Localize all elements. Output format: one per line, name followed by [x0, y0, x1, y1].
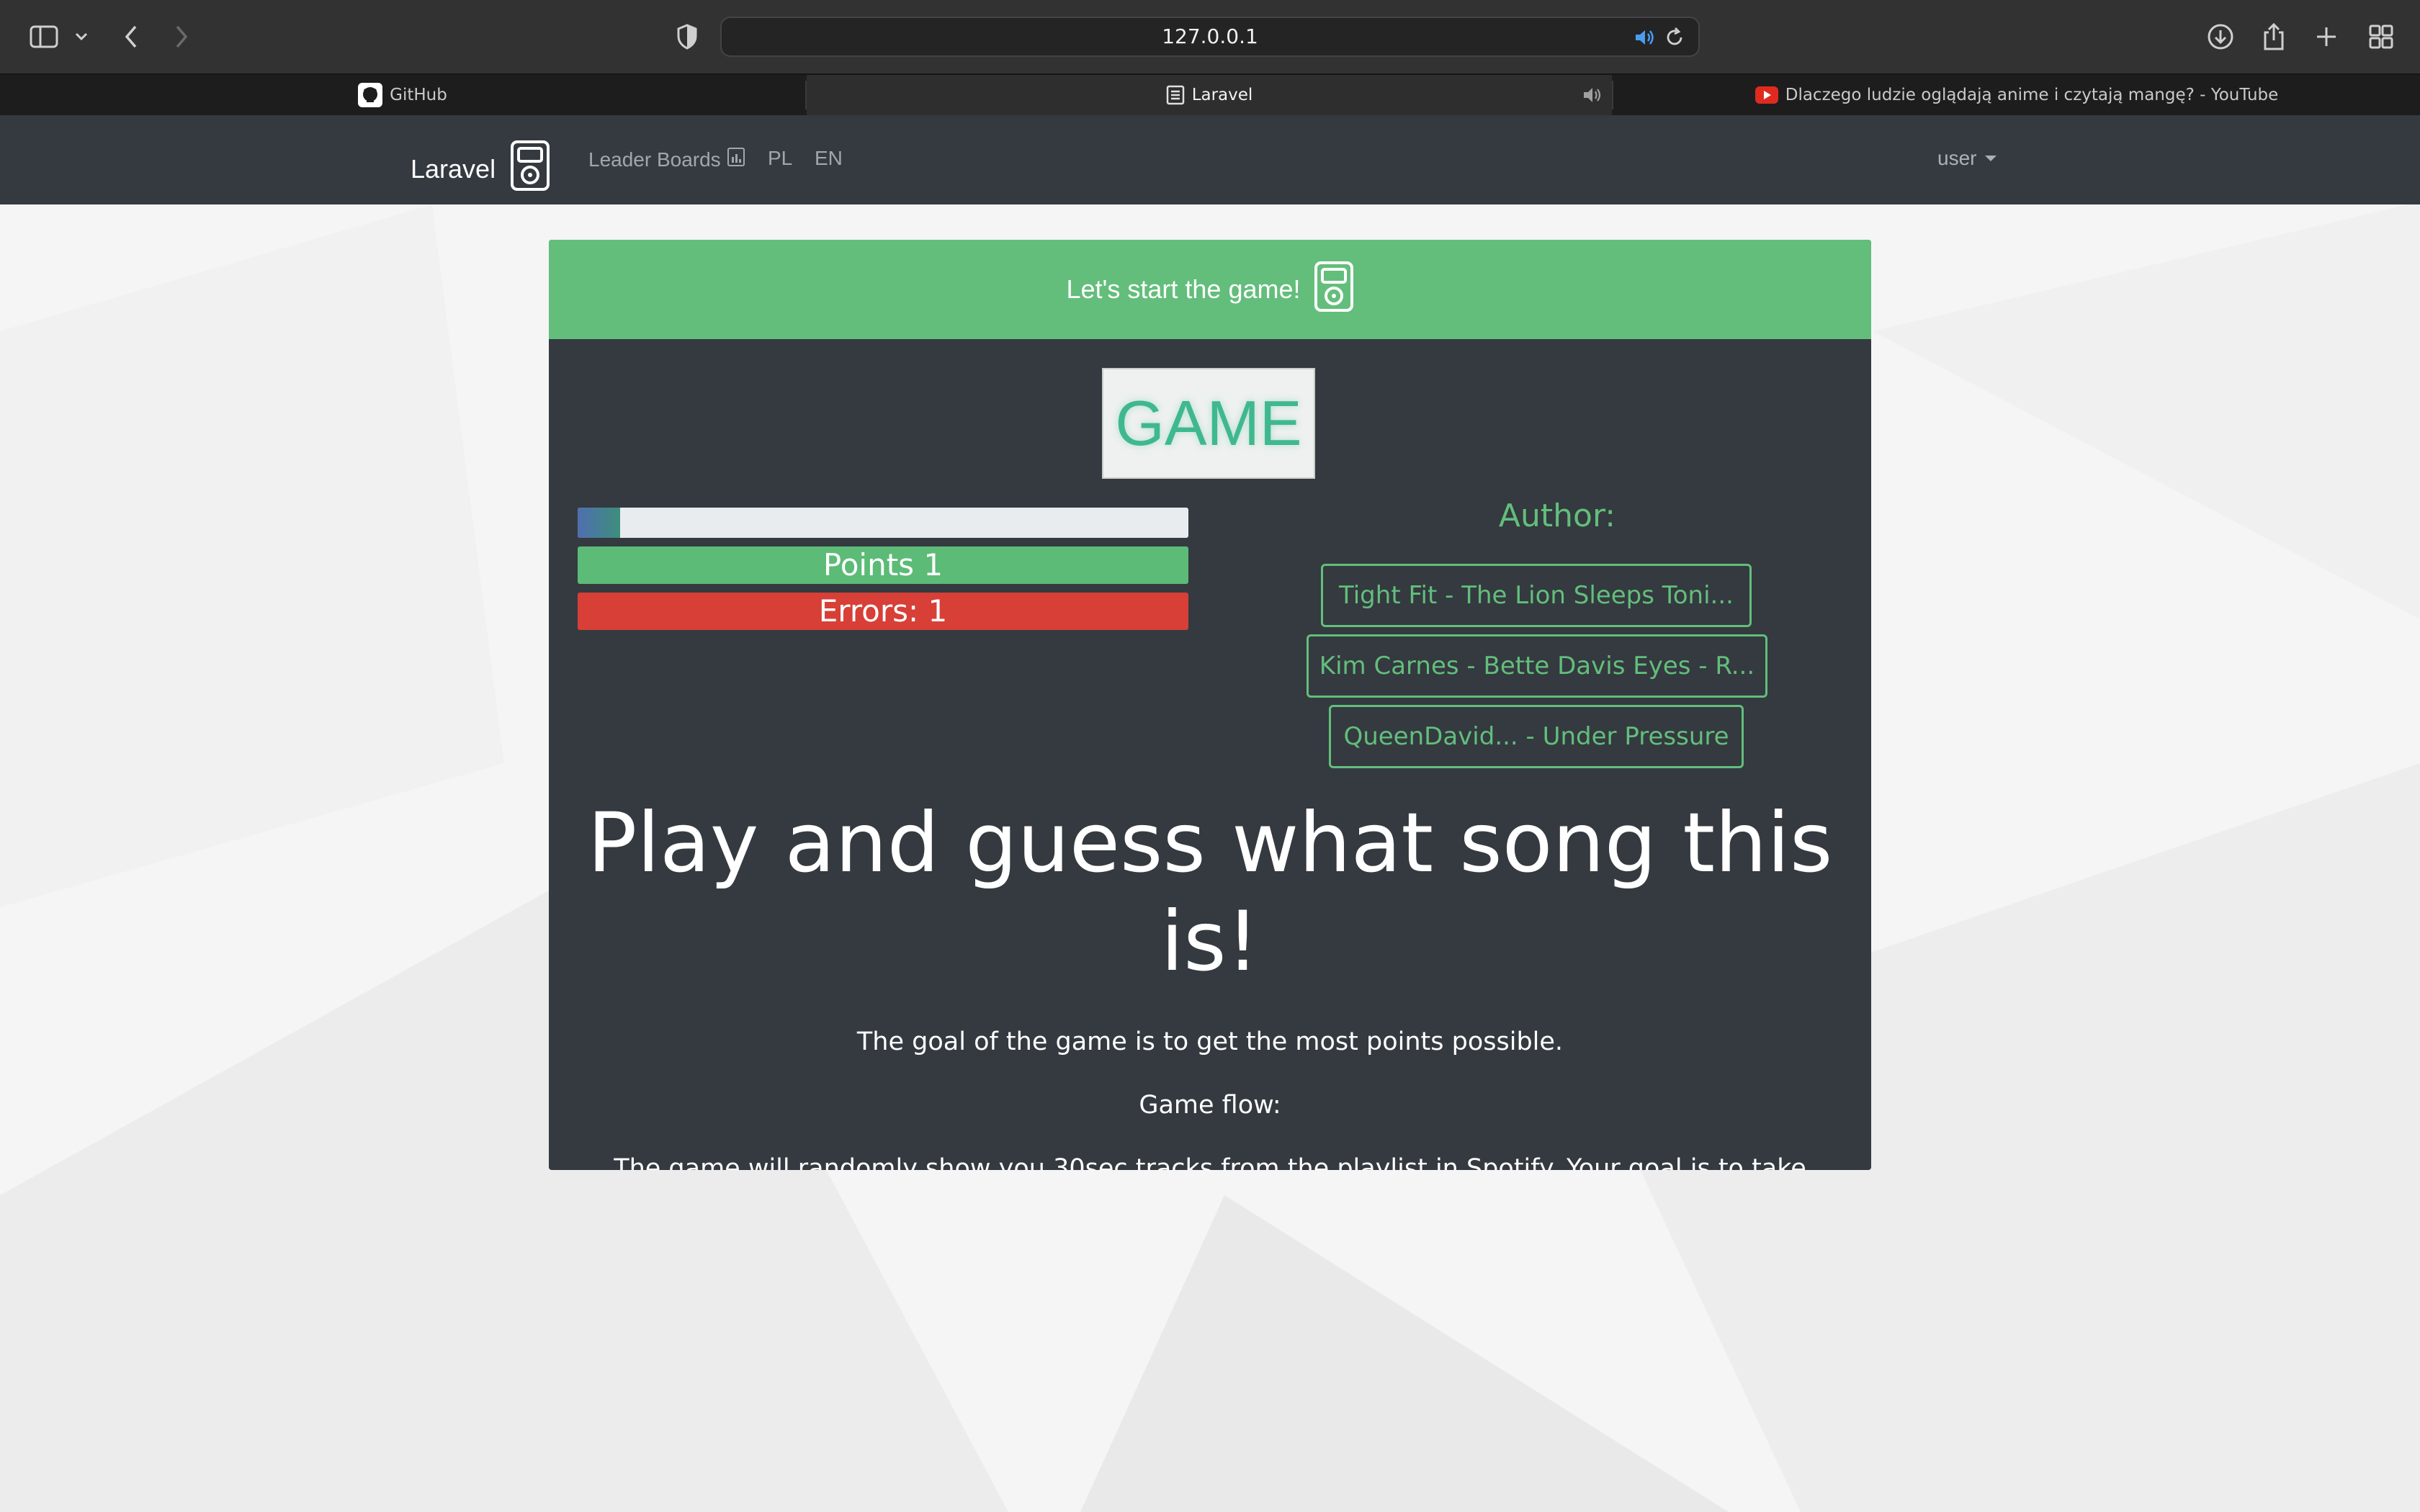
game-logo: GAME: [1102, 368, 1315, 479]
share-icon[interactable]: [2259, 20, 2289, 53]
tab-bar: GitHub Laravel Dlaczego ludzie oglądają …: [0, 73, 2420, 115]
music-player-icon: [1314, 261, 1354, 319]
speaker-icon[interactable]: [1634, 27, 1655, 51]
user-dropdown[interactable]: user: [1937, 147, 1997, 170]
site-navbar: Laravel Leader Boards PL EN user: [0, 115, 2420, 204]
back-icon[interactable]: [117, 20, 145, 53]
browser-toolbar: 127.0.0.1: [0, 0, 2420, 73]
new-tab-icon[interactable]: [2312, 20, 2341, 53]
song-progress-bar: [578, 508, 1188, 538]
errors-bar: Errors: 1: [578, 593, 1188, 630]
youtube-icon: [1754, 86, 1778, 104]
progress-fill: [578, 508, 621, 538]
caret-down-icon: [1985, 156, 1997, 161]
answer-button-2[interactable]: Kim Carnes - Bette Davis Eyes - R...: [1307, 634, 1767, 698]
tab-overview-icon[interactable]: [2367, 20, 2396, 53]
reload-icon[interactable]: [1664, 27, 1685, 51]
game-description: The game will randomly show you 30sec tr…: [614, 1154, 1806, 1170]
answer-button-1[interactable]: Tight Fit - The Lion Sleeps Toni...: [1321, 564, 1752, 627]
game-flow-label: Game flow:: [1139, 1091, 1281, 1120]
forward-icon[interactable]: [167, 20, 196, 53]
card-header-text: Let's start the game!: [1066, 274, 1301, 304]
page-viewport: Laravel Leader Boards PL EN user Let's s…: [0, 115, 2420, 1512]
points-bar: Points 1: [578, 546, 1188, 584]
tab-youtube[interactable]: Dlaczego ludzie oglądają anime i czytają…: [1613, 75, 2420, 115]
user-label: user: [1937, 147, 1977, 169]
goal-text: The goal of the game is to get the most …: [856, 1027, 1564, 1056]
music-player-icon: [510, 140, 550, 198]
answer-button-3[interactable]: QueenDavid... - Under Pressure: [1329, 705, 1744, 768]
github-icon: [358, 83, 383, 107]
nav-leaderboards-label: Leader Boards: [588, 148, 721, 171]
tab-laravel[interactable]: Laravel: [807, 75, 1612, 115]
brand-link[interactable]: Laravel: [411, 140, 550, 198]
laravel-favicon-icon: [1166, 85, 1185, 105]
tab-audio-icon[interactable]: [1582, 85, 1603, 109]
privacy-shield-icon[interactable]: [673, 20, 702, 53]
sidebar-toggle-icon[interactable]: [27, 20, 60, 53]
chart-icon: [727, 147, 745, 172]
nav-lang-pl[interactable]: PL: [768, 147, 792, 170]
address-bar[interactable]: 127.0.0.1: [720, 17, 1700, 57]
page-title: Play and guess what song this is!: [587, 795, 1833, 989]
tab-label: Laravel: [1191, 86, 1253, 104]
game-card: Let's start the game! GAME Points 1 Erro…: [549, 240, 1871, 1170]
chevron-down-icon[interactable]: [71, 20, 92, 53]
nav-lang-en[interactable]: EN: [815, 147, 843, 170]
nav-leaderboards[interactable]: Leader Boards: [588, 147, 745, 172]
url-text: 127.0.0.1: [1162, 24, 1258, 48]
brand-text: Laravel: [411, 153, 496, 184]
card-header: Let's start the game!: [549, 240, 1871, 339]
downloads-icon[interactable]: [2205, 20, 2236, 53]
author-label: Author:: [1498, 498, 1616, 534]
tab-label: Dlaczego ludzie oglądają anime i czytają…: [1785, 86, 2279, 104]
tab-label: GitHub: [390, 86, 447, 104]
tab-github[interactable]: GitHub: [0, 75, 805, 115]
